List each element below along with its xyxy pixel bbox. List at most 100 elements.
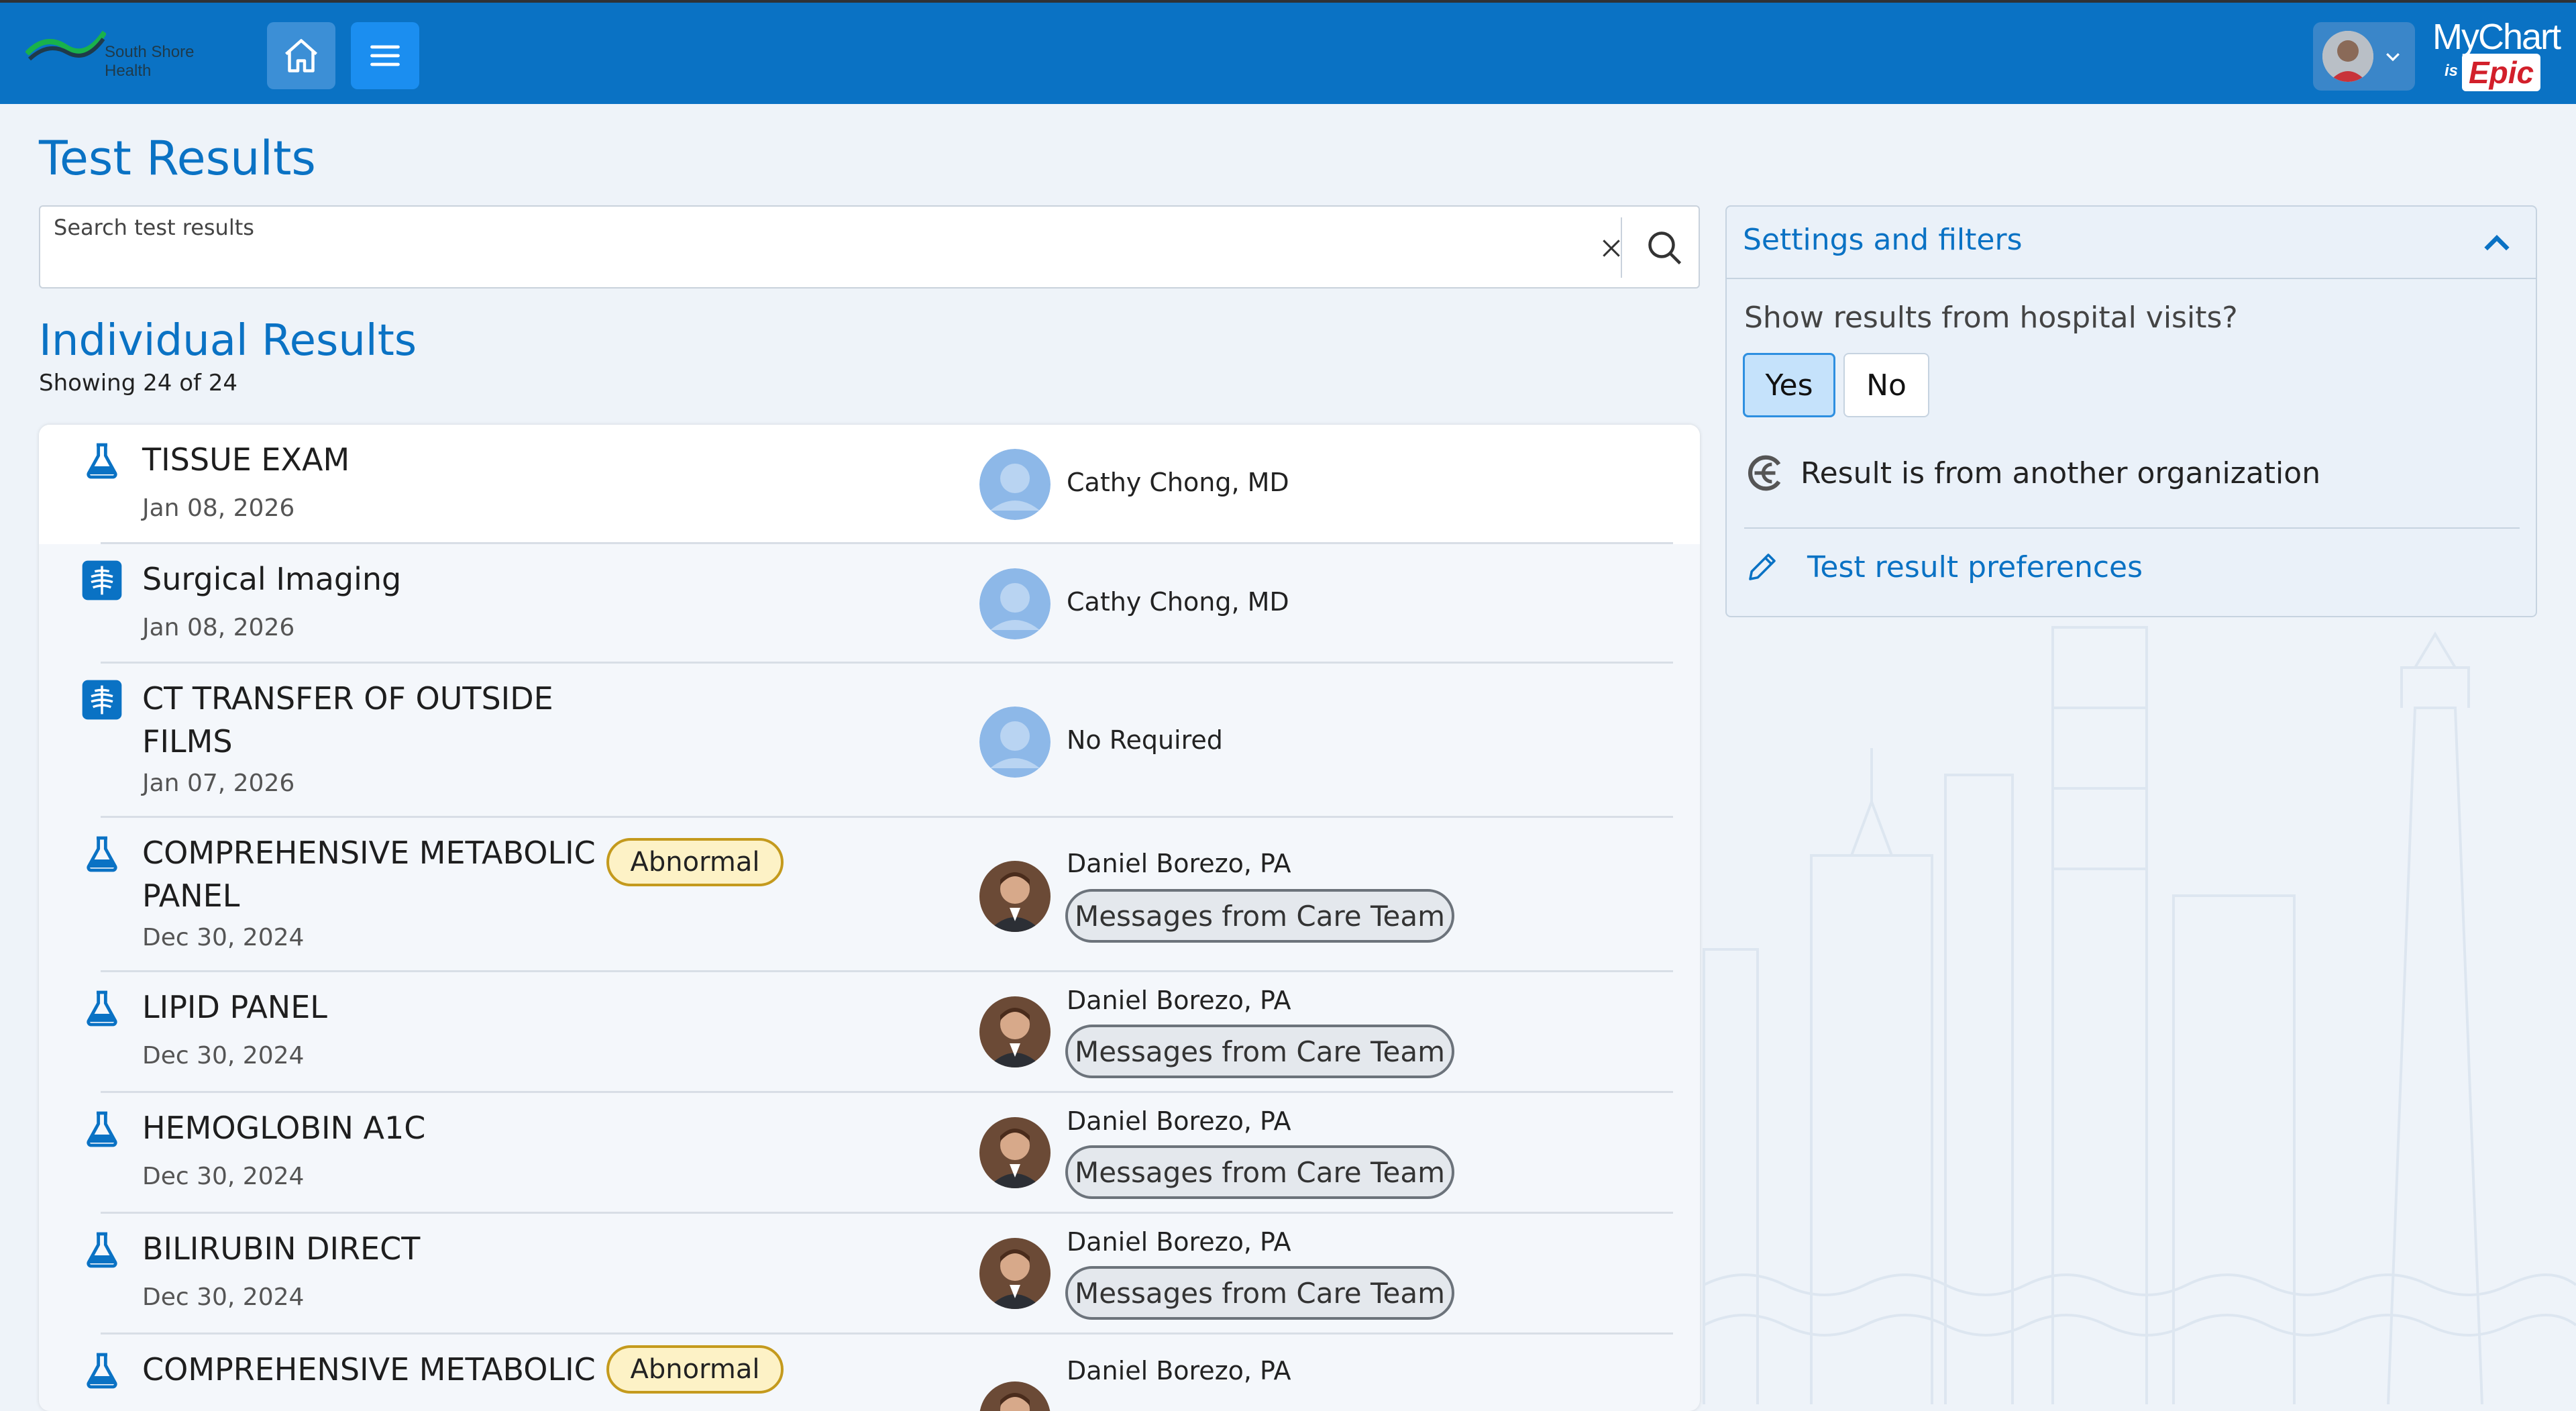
top-header: South Shore Health MyChart is Epic [0, 0, 2576, 104]
flask-icon [87, 1232, 117, 1268]
result-row[interactable]: COMPREHENSIVE METABOLIC PANEL Dec 30, 20… [39, 818, 1700, 972]
test-date: Jan 08, 2026 [142, 494, 295, 522]
settings-divider [1744, 527, 2520, 529]
account-menu-button[interactable] [2313, 22, 2415, 91]
clear-search-button[interactable] [1590, 227, 1633, 270]
test-name[interactable]: TISSUE EXAM [142, 438, 598, 481]
provider-name: Cathy Chong, MD [1067, 468, 1289, 497]
test-date: Dec 30, 2024 [142, 924, 305, 951]
pencil-icon [1749, 554, 1776, 580]
no-toggle-button[interactable]: No [1843, 353, 1929, 417]
results-count: Showing 24 of 24 [39, 370, 238, 397]
preferences-label[interactable]: Test result preferences [1807, 550, 2143, 584]
chevron-up-icon[interactable] [2478, 225, 2516, 263]
settings-and-filters-panel: Settings and filters Show results from h… [1725, 205, 2537, 617]
test-name[interactable]: Surgical Imaging [142, 558, 598, 600]
flask-icon [87, 990, 117, 1027]
other-organization-label: Result is from another organization [1801, 456, 2321, 490]
brand-is: is [2445, 62, 2459, 80]
yes-toggle-button[interactable]: Yes [1743, 353, 1835, 417]
test-date: Jan 07, 2026 [142, 770, 295, 797]
search-input[interactable]: Search test results [54, 215, 254, 240]
provider-name: Cathy Chong, MD [1067, 587, 1289, 617]
user-avatar [2322, 31, 2373, 82]
provider-avatar [979, 568, 1051, 639]
result-row[interactable]: Surgical Imaging Jan 08, 2026 Cathy Chon… [39, 544, 1700, 664]
logo-text: South Shore Health [105, 43, 194, 81]
test-name[interactable]: COMPREHENSIVE METABOLIC [142, 1348, 625, 1391]
provider-photo [979, 1238, 1051, 1309]
test-name[interactable]: LIPID PANEL [142, 986, 598, 1029]
xray-icon [82, 680, 122, 720]
flask-icon [87, 836, 117, 872]
test-date: Dec 30, 2024 [142, 1042, 305, 1069]
home-icon [285, 39, 317, 72]
provider-name: Daniel Borezo, PA [1067, 849, 1291, 878]
results-list: TISSUE EXAM Jan 08, 2026 Cathy Chong, MD… [39, 425, 1700, 1411]
provider-name: Daniel Borezo, PA [1067, 1227, 1291, 1257]
test-date: Dec 30, 2024 [142, 1284, 305, 1311]
home-button[interactable] [267, 22, 335, 89]
provider-photo [979, 996, 1051, 1067]
flask-icon [87, 1111, 117, 1147]
menu-button[interactable] [351, 22, 419, 89]
abnormal-badge: Abnormal [606, 838, 784, 886]
abnormal-badge: Abnormal [606, 1345, 784, 1394]
person-placeholder-icon [979, 707, 1051, 778]
provider-avatar [979, 707, 1051, 778]
provider-photo [979, 861, 1051, 932]
person-placeholder-icon [979, 568, 1051, 639]
search-divider [1621, 217, 1622, 278]
user-avatar-icon [2322, 31, 2373, 82]
care-everywhere-icon [1748, 455, 1781, 491]
logo-swoosh-icon [25, 30, 107, 61]
result-row[interactable]: HEMOGLOBIN A1C Dec 30, 2024 Daniel Borez… [39, 1093, 1700, 1214]
hospital-visits-question: Show results from hospital visits? [1744, 301, 2238, 335]
messages-from-care-team-button[interactable]: Messages from Care Team [1065, 1266, 1454, 1320]
xray-icon [82, 560, 122, 600]
provider-avatar [979, 1238, 1051, 1309]
provider-name: Daniel Borezo, PA [1067, 986, 1291, 1015]
search-field[interactable]: Search test results [39, 205, 1700, 289]
test-name[interactable]: HEMOGLOBIN A1C [142, 1106, 598, 1149]
flask-icon [87, 443, 117, 479]
provider-name: Daniel Borezo, PA [1067, 1356, 1291, 1386]
test-date: Dec 30, 2024 [142, 1163, 305, 1190]
flask-icon [87, 1353, 117, 1389]
result-row[interactable]: BILIRUBIN DIRECT Dec 30, 2024 Daniel Bor… [39, 1214, 1700, 1335]
organization-logo[interactable]: South Shore Health [25, 27, 207, 83]
result-row[interactable]: TISSUE EXAM Jan 08, 2026 Cathy Chong, MD [39, 425, 1700, 544]
provider-photo [979, 1117, 1051, 1188]
messages-from-care-team-button[interactable]: Messages from Care Team [1065, 1145, 1454, 1199]
result-row[interactable]: COMPREHENSIVE METABOLIC Abnormal Daniel … [39, 1335, 1700, 1411]
logo-text-line1: South Shore [105, 43, 195, 61]
test-date: Jan 08, 2026 [142, 614, 295, 641]
provider-name: Daniel Borezo, PA [1067, 1106, 1291, 1136]
result-row[interactable]: LIPID PANEL Dec 30, 2024 Daniel Borezo, … [39, 972, 1700, 1093]
search-button[interactable] [1637, 220, 1693, 276]
provider-name: No Required [1067, 725, 1223, 755]
chevron-down-icon [2386, 53, 2400, 62]
brand-mychart: MyChart [2432, 17, 2561, 57]
test-result-preferences-link[interactable]: Test result preferences [1744, 549, 2143, 585]
person-placeholder-icon [979, 449, 1051, 520]
test-name[interactable]: COMPREHENSIVE METABOLIC PANEL [142, 831, 598, 917]
provider-avatar [979, 1117, 1051, 1188]
mychart-epic-brand: MyChart is Epic [2430, 16, 2564, 95]
brand-epic: Epic [2462, 54, 2541, 91]
messages-from-care-team-button[interactable]: Messages from Care Team [1065, 889, 1454, 943]
other-organization-legend: Result is from another organization [1744, 452, 2320, 494]
provider-avatar [979, 449, 1051, 520]
settings-title[interactable]: Settings and filters [1743, 223, 2023, 257]
provider-photo [979, 1381, 1051, 1411]
provider-avatar [979, 996, 1051, 1067]
settings-header[interactable]: Settings and filters [1727, 207, 2536, 279]
messages-from-care-team-button[interactable]: Messages from Care Team [1065, 1025, 1454, 1078]
test-name[interactable]: CT TRANSFER OF OUTSIDE FILMS [142, 677, 598, 763]
provider-avatar [979, 861, 1051, 932]
provider-avatar [979, 1381, 1051, 1411]
main-content: Test Results Search test results Individ… [0, 104, 2576, 1411]
test-name[interactable]: BILIRUBIN DIRECT [142, 1227, 598, 1270]
result-row[interactable]: CT TRANSFER OF OUTSIDE FILMS Jan 07, 202… [39, 664, 1700, 818]
search-icon [1648, 231, 1682, 265]
